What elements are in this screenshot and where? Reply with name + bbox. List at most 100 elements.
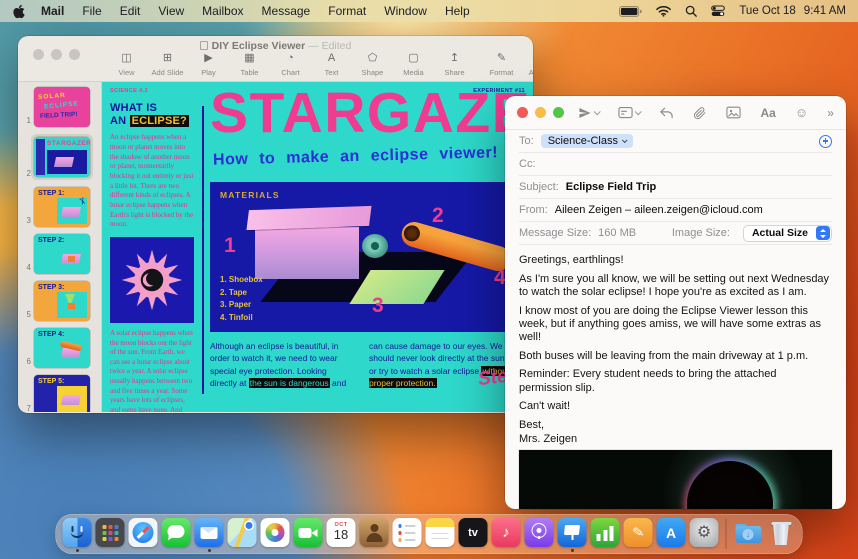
dock-finder-icon[interactable] [62, 516, 92, 552]
dock-pages-icon[interactable] [623, 516, 653, 552]
menu-item[interactable]: Format [328, 4, 366, 18]
toolbar-button[interactable]: ⬠ Shape [352, 51, 393, 77]
slide-thumb-2-selected[interactable]: 2 STARGAZER [18, 134, 101, 180]
subject-field[interactable]: Subject: Eclipse Field Trip [519, 176, 832, 199]
toolbar-button[interactable]: A Text [311, 51, 352, 77]
zoom-button[interactable] [553, 107, 564, 118]
menu-item[interactable]: Edit [120, 4, 141, 18]
slide-thumb-1[interactable]: 1 SOLAR ECLIPSE FIELD TRIP! [18, 87, 101, 127]
header-fields-button[interactable] [618, 106, 642, 119]
dock-numbers-icon[interactable] [590, 516, 620, 552]
slide-column-divider [202, 106, 204, 394]
slide-number: 3 [26, 216, 31, 225]
toolbar-button[interactable]: ◔ Chart [270, 51, 311, 77]
materials-list: 1. Shoebox 2. Tape 3. Paper 4. Tinfoil [220, 274, 263, 324]
emoji-button[interactable]: ☺ [795, 105, 808, 120]
battery-icon[interactable] [619, 5, 643, 17]
menu-item[interactable]: File [82, 4, 101, 18]
reply-icon[interactable] [659, 106, 674, 119]
dock-mail-icon[interactable] [194, 516, 224, 552]
menu-item[interactable]: View [158, 4, 184, 18]
thumb-text: STEP 4: [38, 331, 65, 338]
slide-title: STARGAZER [210, 82, 533, 145]
toolbar-button[interactable]: ⊞ Add Slide [147, 51, 188, 77]
material-number-1: 1 [224, 234, 236, 257]
dock-calendar-icon[interactable]: OCT 18 [326, 516, 356, 552]
toolbar-group-inspector: ✎ Format ◇ Animate ▯ Document [481, 51, 533, 77]
slide-navigator: 1 SOLAR ECLIPSE FIELD TRIP! 2 STARGAZER [18, 82, 102, 412]
control-center-icon[interactable] [711, 5, 726, 17]
to-field[interactable]: To: Science-Class [519, 130, 832, 153]
slide-thumb-5[interactable]: 5 STEP 3: [18, 281, 101, 321]
attach-icon[interactable] [693, 106, 707, 120]
dock-maps-icon[interactable] [227, 516, 257, 552]
message-size-value: 160 MB [598, 227, 637, 239]
slide-thumb-7[interactable]: 7 STEP 5: [18, 375, 101, 412]
thumb-text: ECLIPSE [43, 100, 80, 111]
menu-bar-clock[interactable]: Tue Oct 18 9:41 AM [739, 5, 846, 17]
subject-label: Subject: [519, 181, 559, 193]
dock-launchpad-icon[interactable] [95, 516, 125, 552]
dock-safari-icon[interactable] [128, 516, 158, 552]
body-paragraph: Can't wait! [519, 400, 571, 413]
photo-browser-icon[interactable] [726, 106, 741, 119]
materials-heading: MATERIALS [220, 190, 280, 200]
menu-item[interactable]: Help [445, 4, 470, 18]
apple-menu-icon[interactable] [12, 4, 26, 19]
dock-podcasts-icon[interactable] [524, 516, 554, 552]
message-body[interactable]: Greetings, earthlings! As I'm sure you al… [505, 245, 846, 446]
toolbar-button[interactable]: ▢ Media [393, 51, 434, 77]
dock-downloads-icon[interactable]: ↓ [734, 516, 763, 552]
dock-app-store-icon[interactable] [656, 516, 686, 552]
menu-item[interactable]: Message [262, 4, 311, 18]
slide-thumb-6[interactable]: 6 STEP 4: [18, 328, 101, 368]
slide-thumb-3[interactable]: 3 STEP 1: ✂ [18, 187, 101, 227]
toolbar-button[interactable]: ◇ Animate [522, 51, 533, 77]
wifi-icon[interactable] [656, 5, 672, 17]
toolbar-button[interactable]: ▦ Table [229, 51, 270, 77]
material-number-2: 2 [432, 204, 444, 227]
dock-trash-icon[interactable] [767, 516, 796, 552]
dock-system-settings-icon[interactable] [689, 516, 719, 552]
image-size-dropdown[interactable]: Actual Size [742, 224, 832, 242]
chevron-down-icon [621, 137, 628, 144]
material-number-3: 3 [372, 294, 384, 317]
toolbar-button-label: Play [201, 68, 216, 77]
active-app-menu[interactable]: Mail [41, 4, 64, 18]
dock-messages-icon[interactable] [161, 516, 191, 552]
minimize-button[interactable] [535, 107, 546, 118]
dock-keynote-icon[interactable] [557, 516, 587, 552]
toolbar-button-label: Chart [281, 68, 300, 77]
menu-bar-time: 9:41 AM [803, 5, 846, 17]
dock-tv-icon[interactable] [458, 516, 488, 552]
dock-reminders-icon[interactable] [392, 516, 422, 552]
slide-canvas[interactable]: SCIENCE 4.2 EXPERIMENT #11 WHAT IS AN EC… [102, 82, 533, 412]
toolbar-overflow-button[interactable]: » [827, 106, 834, 120]
slide-warning-text: Although an eclipse is beautiful, in ord… [210, 341, 510, 388]
menu-item[interactable]: Window [384, 4, 427, 18]
slide-thumb-4[interactable]: 4 STEP 2: [18, 234, 101, 274]
body-paragraph: Both buses will be leaving from the main… [519, 349, 809, 362]
dock-notes-icon[interactable] [425, 516, 455, 552]
dock-music-icon[interactable] [491, 516, 521, 552]
dock-contacts-icon[interactable] [359, 516, 389, 552]
dock-facetime-icon[interactable] [293, 516, 323, 552]
send-button[interactable] [578, 106, 601, 120]
cc-field[interactable]: Cc: [519, 153, 832, 176]
toolbar-button-icon: ▶ [204, 52, 213, 64]
format-button[interactable]: Aa [760, 106, 775, 120]
from-field[interactable]: From: Aileen Zeigen – aileen.zeigen@iclo… [519, 199, 832, 222]
search-icon[interactable] [685, 5, 698, 17]
toolbar-button[interactable]: ◫ View [106, 51, 147, 77]
thumb-shape [47, 150, 87, 174]
toolbar-button[interactable]: ▶ Play [188, 51, 229, 77]
toolbar-button[interactable]: ✎ Format [481, 51, 522, 77]
eclipse-photo-attachment[interactable] [519, 450, 832, 509]
add-recipient-button[interactable] [819, 134, 832, 148]
toolbar-button-label: Shape [361, 68, 384, 77]
menu-item[interactable]: Mailbox [202, 4, 243, 18]
recipient-token[interactable]: Science-Class [540, 134, 633, 148]
close-button[interactable] [517, 107, 528, 118]
toolbar-button[interactable]: ↥ Share [434, 51, 475, 77]
dock-photos-icon[interactable] [260, 516, 290, 552]
